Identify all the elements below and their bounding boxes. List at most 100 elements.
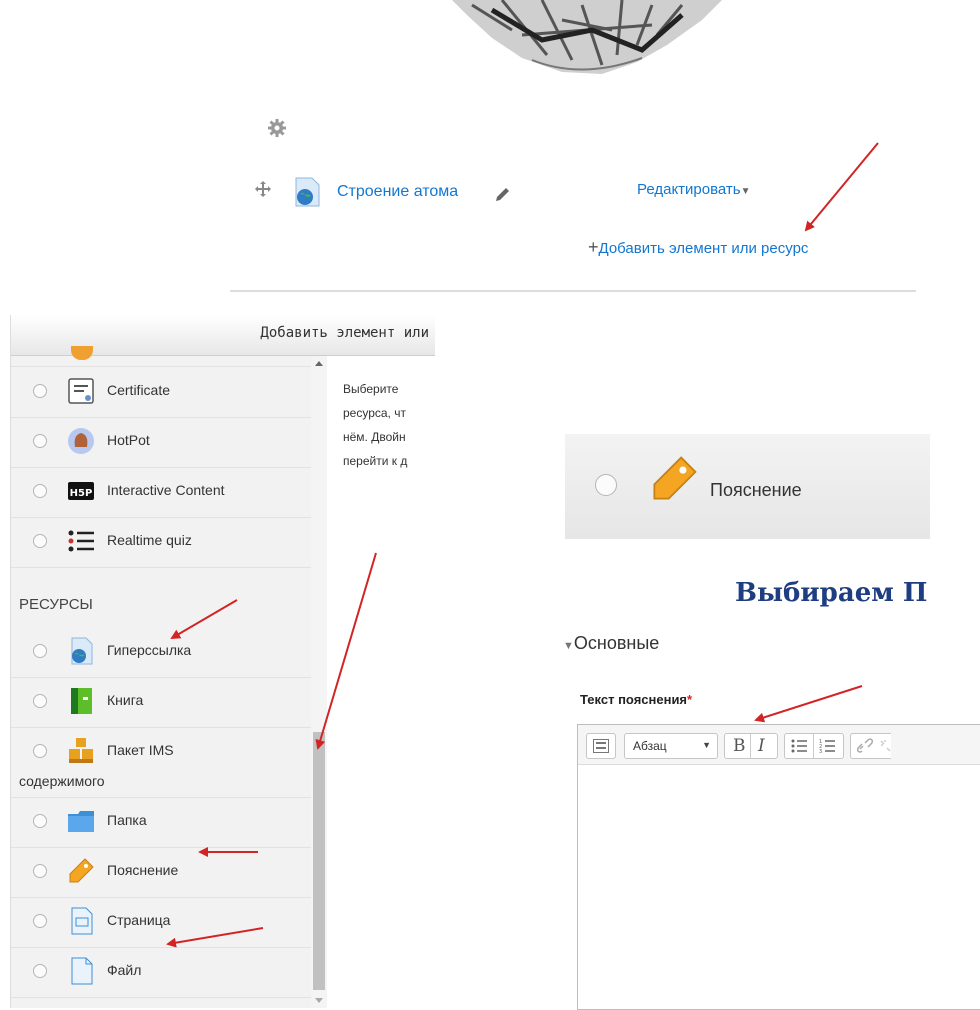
- option-label: Папка: [107, 812, 147, 828]
- radio[interactable]: [33, 964, 47, 978]
- option-realtime-quiz[interactable]: Realtime quiz: [11, 517, 311, 568]
- option-label: Файл: [107, 962, 142, 978]
- add-activity-label: Добавить элемент или ресурс: [598, 240, 809, 257]
- option-label: Realtime quiz: [107, 532, 192, 548]
- option-file[interactable]: Файл: [11, 947, 311, 998]
- zoomed-option-label: Пояснение: [710, 480, 802, 500]
- certificate-icon: [68, 378, 94, 404]
- header-illustration: [452, 0, 722, 74]
- file-icon: [71, 957, 93, 985]
- bold-icon[interactable]: B: [733, 736, 746, 756]
- radio[interactable]: [33, 534, 47, 548]
- required-mark: *: [687, 692, 693, 707]
- caret-down-icon: ▼: [702, 740, 711, 750]
- section-toggle[interactable]: ▼Основные: [563, 633, 659, 654]
- arrow: [804, 142, 879, 232]
- option-label: Страница: [107, 912, 171, 928]
- divider: [230, 290, 916, 292]
- h5p-icon: H5P: [68, 482, 94, 500]
- hotpot-icon: [68, 428, 94, 454]
- option-label-cont: содержимого: [19, 773, 105, 789]
- label-tag-icon: [653, 456, 697, 500]
- option-label: Пакет IMS: [107, 742, 174, 758]
- radio[interactable]: [33, 914, 47, 928]
- book-icon: [71, 688, 92, 714]
- caret-down-icon: ▼: [563, 640, 574, 652]
- option-label: Certificate: [107, 382, 171, 398]
- description-line: Выберите: [343, 382, 399, 396]
- resource-link[interactable]: Строение атома: [337, 183, 458, 201]
- edit-menu-label: Редактировать: [637, 181, 741, 198]
- edit-menu[interactable]: Редактировать▼: [637, 181, 751, 198]
- italic-icon[interactable]: I: [758, 736, 765, 756]
- activity-chooser: Добавить элемент или Certificate HotPot …: [10, 315, 435, 1008]
- option-folder[interactable]: Папка: [11, 797, 311, 848]
- format-group: B I: [724, 733, 778, 759]
- options-list[interactable]: Certificate HotPot H5P Interactive Conte…: [11, 346, 311, 1008]
- url-icon: [71, 637, 93, 665]
- list-group: 123: [784, 733, 844, 759]
- svg-text:H5P: H5P: [70, 488, 93, 499]
- caret-down-icon: ▼: [740, 186, 751, 197]
- option-label: Гиперссылка: [107, 642, 192, 658]
- link-icon[interactable]: [857, 738, 873, 754]
- radio[interactable]: [33, 814, 47, 828]
- numbered-list-icon[interactable]: 123: [819, 738, 835, 754]
- ims-package-icon: [69, 738, 93, 763]
- radio[interactable]: [595, 474, 617, 496]
- radio[interactable]: [33, 864, 47, 878]
- option-interactive-content[interactable]: H5P Interactive Content: [11, 467, 311, 518]
- paragraph-select[interactable]: Абзац ▼: [624, 733, 718, 759]
- radio[interactable]: [33, 484, 47, 498]
- scrollbar[interactable]: [311, 356, 327, 1008]
- option-book[interactable]: Книга: [11, 677, 311, 728]
- url-resource-icon: [295, 177, 320, 207]
- option-label: HotPot: [107, 432, 150, 448]
- list-icon: [68, 530, 94, 552]
- description-line: перейти к д: [343, 454, 408, 468]
- field-label: Текст пояснения*: [580, 692, 692, 707]
- resources-section-header: РЕСУРСЫ: [19, 596, 93, 613]
- toolbar-toggle-button[interactable]: [586, 733, 616, 759]
- slide-heading: Выбираем П: [735, 578, 928, 608]
- keyboard-icon: [593, 739, 609, 753]
- option-ims[interactable]: Пакет IMS содержимого: [11, 727, 311, 798]
- text-editor[interactable]: Абзац ▼ B I 123: [577, 724, 980, 1010]
- editor-toolbar: Абзац ▼ B I 123: [578, 725, 980, 765]
- option-certificate[interactable]: Certificate: [11, 367, 311, 418]
- scroll-up-icon[interactable]: [315, 361, 323, 366]
- paragraph-select-value: Абзац: [633, 739, 667, 753]
- label-tag-icon: [69, 858, 94, 883]
- separator: [750, 734, 751, 758]
- gear-icon[interactable]: [267, 118, 287, 138]
- edit-pencil-icon[interactable]: [493, 186, 511, 204]
- radio[interactable]: [33, 644, 47, 658]
- description-line: нём. Двойн: [343, 430, 406, 444]
- section-title: Основные: [573, 633, 660, 653]
- plus-icon: +: [588, 237, 599, 257]
- option-label: Interactive Content: [107, 482, 225, 498]
- option-url[interactable]: Гиперссылка: [11, 627, 311, 678]
- move-icon[interactable]: [254, 180, 272, 198]
- option-hotpot[interactable]: HotPot: [11, 417, 311, 468]
- description-line: ресурса, чт: [343, 406, 406, 420]
- option-label-resource[interactable]: Пояснение: [11, 847, 311, 898]
- option-label: Книга: [107, 692, 144, 708]
- separator: [813, 734, 814, 758]
- zoomed-option[interactable]: Пояснение: [565, 434, 930, 539]
- radio[interactable]: [33, 434, 47, 448]
- radio[interactable]: [33, 744, 47, 758]
- svg-text:3: 3: [819, 749, 822, 754]
- chooser-description: Выберите ресурса, чт нём. Двойн перейти …: [343, 377, 435, 473]
- unlink-icon[interactable]: [879, 738, 891, 754]
- option-label: Пояснение: [107, 862, 179, 878]
- radio[interactable]: [33, 694, 47, 708]
- add-activity-link[interactable]: +Добавить элемент или ресурс: [588, 237, 808, 258]
- radio[interactable]: [33, 384, 47, 398]
- scroll-down-icon[interactable]: [315, 998, 323, 1003]
- bullet-list-icon[interactable]: [791, 738, 807, 754]
- arrow: [754, 685, 863, 723]
- page-icon: [71, 907, 93, 935]
- option-page[interactable]: Страница: [11, 897, 311, 948]
- scroll-thumb[interactable]: [313, 732, 325, 990]
